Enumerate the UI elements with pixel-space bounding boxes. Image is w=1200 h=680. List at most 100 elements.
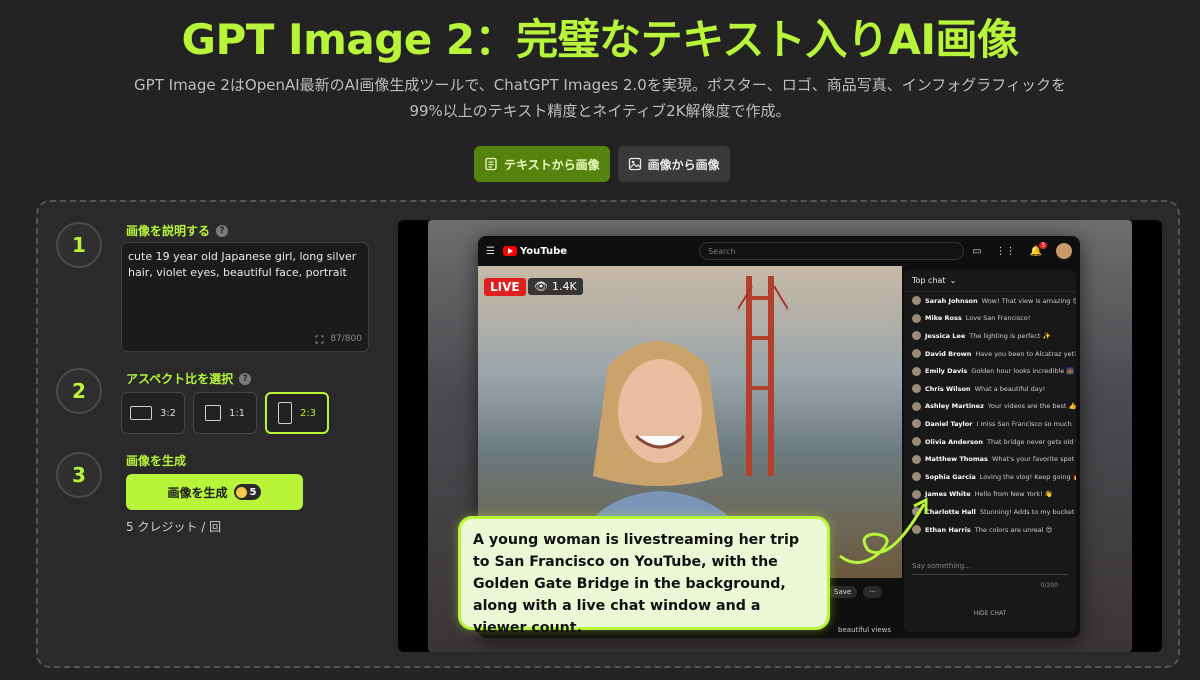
- prompt-counter-text: 87/800: [330, 334, 362, 344]
- viewer-count: 👁 1.4K: [528, 278, 583, 295]
- chat-message: Olivia Anderson That bridge never gets ol…: [904, 433, 1076, 451]
- ratio-2-3-button[interactable]: 2:3: [265, 392, 329, 434]
- chat-username: Emily Davis: [925, 367, 968, 376]
- chat-username: Matthew Thomas: [925, 455, 988, 464]
- tab-text-to-image[interactable]: テキストから画像: [474, 146, 610, 182]
- eye-icon: 👁: [534, 280, 548, 293]
- chat-message: Chris Wilson What a beautiful day!: [904, 380, 1076, 398]
- chat-message: Daniel Taylor I miss San Francisco so muc…: [904, 415, 1076, 433]
- chat-username: Mike Ross: [925, 314, 962, 323]
- generate-label: 画像を生成: [167, 485, 228, 500]
- live-badge: LIVE: [484, 278, 526, 296]
- chat-text: Loving the vlog! Keep going 🔥: [979, 472, 1076, 481]
- generate-button[interactable]: 画像を生成 5: [126, 474, 303, 510]
- viewer-count-text: 1.4K: [551, 280, 577, 293]
- chevron-down-icon: ⌄: [949, 276, 957, 285]
- ratio-label: 2:3: [299, 407, 317, 419]
- chat-avatar: [912, 401, 921, 411]
- chat-avatar: [912, 454, 921, 464]
- chat-username: Jessica Lee: [925, 331, 966, 340]
- ratio-square-icon: [204, 405, 221, 421]
- yt-search: Search: [699, 242, 965, 260]
- notification-count: 3: [1039, 241, 1047, 249]
- ratio-landscape-icon: [129, 406, 152, 420]
- live-chat: Top chat ⌄ Sarah Johnson Wow! That view i…: [904, 270, 1076, 632]
- chat-message: Sarah Johnson Wow! That view is amazing 😍: [904, 292, 1076, 310]
- page-title: GPT Image 2：完璧なテキスト入りAI画像: [181, 15, 1019, 64]
- save-button: Save: [828, 586, 858, 598]
- chat-message: Jessica Lee The lighting is perfect ✨: [904, 327, 1076, 345]
- step-label-generate: 画像を生成: [126, 454, 187, 468]
- yt-logo: YouTube: [502, 245, 568, 257]
- hide-chat-button: HIDE CHAT: [973, 610, 1007, 617]
- step-number-2: 2: [56, 368, 102, 414]
- ratio-1-1-button[interactable]: 1:1: [193, 392, 257, 434]
- subtitle-line-2: 99%以上のテキスト精度とネイティブ2K解像度で作成。: [409, 102, 791, 120]
- chat-username: Daniel Taylor: [925, 419, 973, 428]
- chat-avatar: [912, 296, 921, 306]
- help-icon[interactable]: ?: [216, 224, 229, 237]
- yt-icons: ▭ ⋮⋮ 🔔 3: [972, 241, 1072, 259]
- chat-text: Hello from New York! 👋: [974, 490, 1053, 499]
- ratio-3-2-button[interactable]: 3:2: [121, 392, 185, 434]
- chat-text: What's your favorite spot so far?: [991, 455, 1076, 464]
- prompt-counter: 87/800: [315, 331, 362, 347]
- image-icon: [628, 157, 641, 171]
- description-snippet: beautiful views: [838, 626, 892, 634]
- page-subtitle: GPT Image 2はOpenAI最新のAI画像生成ツールで、ChatGPT …: [80, 72, 1120, 124]
- subtitle-line-1: GPT Image 2はOpenAI最新のAI画像生成ツールで、ChatGPT …: [134, 76, 1066, 94]
- credit-note: 5 クレジット / 回: [126, 520, 222, 534]
- credit-badge: 5: [233, 484, 262, 500]
- chat-text: Stunning! Adds to my bucket list: [979, 507, 1076, 516]
- chat-message: Ashley Martinez Your videos are the best …: [904, 398, 1076, 416]
- chat-text: I miss San Francisco so much: [976, 419, 1072, 428]
- step-label-aspect: アスペクト比を選択 ?: [126, 370, 252, 387]
- chat-text: The colors are unreal 😍: [974, 525, 1053, 534]
- chat-message: David Brown Have you been to Alcatraz yet…: [904, 345, 1076, 363]
- chat-username: Olivia Anderson: [925, 437, 983, 446]
- chat-header: Top chat ⌄: [904, 270, 1076, 292]
- tab-image-to-image[interactable]: 画像から画像: [617, 146, 730, 182]
- help-icon[interactable]: ?: [239, 372, 252, 385]
- prompt-value: cute 19 year old Japanese girl, long sil…: [128, 250, 357, 279]
- tab-label: テキストから画像: [504, 157, 600, 172]
- chat-message: Matthew Thomas What's your favorite spot …: [904, 450, 1076, 468]
- more-button: ···: [863, 586, 882, 598]
- chat-username: David Brown: [925, 349, 972, 358]
- chat-avatar: [912, 419, 921, 429]
- chat-avatar: [912, 313, 921, 323]
- chat-message: Mike Ross Love San Francisco!: [904, 310, 1076, 328]
- step-number-3: 3: [56, 452, 102, 498]
- chat-title: Top chat: [912, 276, 946, 285]
- step-number-1: 1: [56, 222, 102, 268]
- avatar: [1056, 243, 1072, 259]
- bell-icon: 🔔 3: [1029, 241, 1047, 257]
- step-label-text: 画像を説明する: [126, 224, 211, 238]
- chat-text: Love San Francisco!: [965, 314, 1031, 323]
- generator-panel: 1 画像を説明する ? cute 19 year old Japanese gi…: [36, 200, 1180, 668]
- mode-tabs: テキストから画像 画像から画像: [474, 146, 730, 182]
- yt-logo-text: YouTube: [519, 245, 568, 257]
- chat-message: Sophia Garcia Loving the vlog! Keep going…: [904, 468, 1076, 486]
- camera-icon: ▭: [972, 245, 982, 257]
- expand-icon[interactable]: [315, 335, 324, 344]
- chat-username: Chris Wilson: [925, 384, 971, 393]
- document-icon: [485, 157, 497, 171]
- chat-text: Have you been to Alcatraz yet?: [975, 349, 1076, 358]
- coin-icon: [235, 486, 247, 498]
- chat-avatar: [912, 437, 921, 447]
- chat-avatar: [912, 384, 921, 394]
- tab-label: 画像から画像: [647, 157, 720, 172]
- chat-text: Your videos are the best 👍: [987, 402, 1076, 411]
- chat-username: Ashley Martinez: [925, 402, 984, 411]
- yt-topbar: ☰ YouTube Search ▭ ⋮⋮ 🔔 3: [478, 236, 1080, 266]
- ratio-portrait-icon: [277, 402, 292, 424]
- chat-text: Wow! That view is amazing 😍: [981, 296, 1076, 305]
- aspect-ratio-group: 3:2 1:1 2:3: [121, 392, 329, 434]
- prompt-textarea[interactable]: cute 19 year old Japanese girl, long sil…: [121, 242, 369, 352]
- chat-username: Sarah Johnson: [925, 296, 978, 305]
- caption-callout: A young woman is livestreaming her trip …: [458, 516, 830, 636]
- callout-arrow-icon: [839, 497, 928, 564]
- step-label-describe: 画像を説明する ?: [126, 222, 229, 239]
- ratio-label: 1:1: [228, 407, 246, 419]
